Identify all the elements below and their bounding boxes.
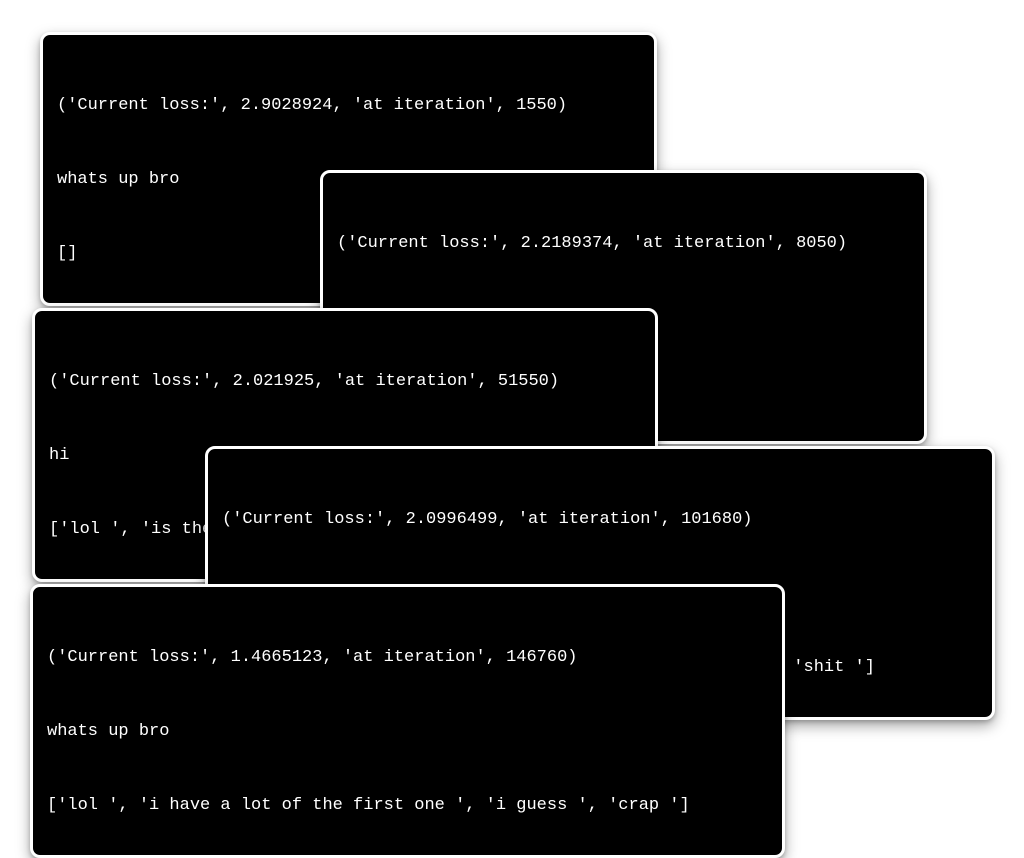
output-line-loss: ('Current loss:', 2.2189374, 'at iterati… bbox=[337, 232, 910, 257]
terminal-output-card-5: ('Current loss:', 1.4665123, 'at iterati… bbox=[30, 584, 785, 858]
output-line-loss: ('Current loss:', 2.0996499, 'at iterati… bbox=[222, 508, 978, 533]
output-line-loss: ('Current loss:', 1.4665123, 'at iterati… bbox=[47, 646, 768, 671]
output-line-response: ['lol ', 'i have a lot of the first one … bbox=[47, 794, 768, 819]
output-line-prompt: whats up bro bbox=[47, 720, 768, 745]
output-line-loss: ('Current loss:', 2.9028924, 'at iterati… bbox=[57, 94, 640, 119]
output-line-loss: ('Current loss:', 2.021925, 'at iteratio… bbox=[49, 370, 641, 395]
